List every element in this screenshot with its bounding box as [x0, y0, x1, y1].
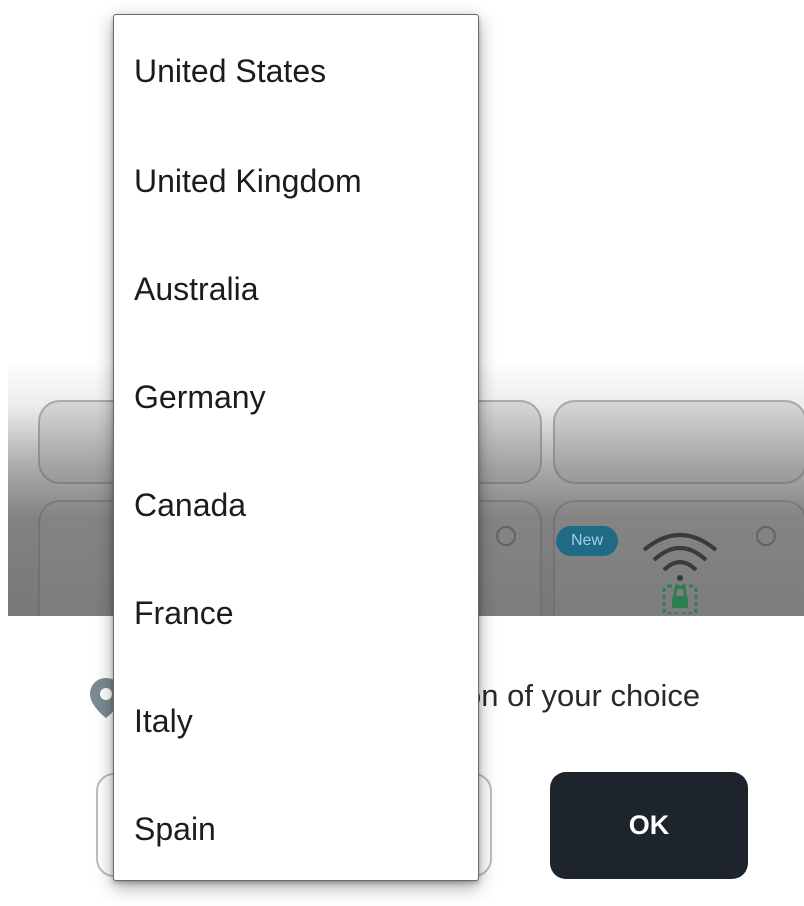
dropdown-option-united-kingdom[interactable]: United Kingdom: [114, 127, 478, 235]
country-dropdown[interactable]: United States United Kingdom Australia G…: [113, 14, 479, 881]
new-badge: New: [556, 526, 618, 556]
dropdown-option-canada[interactable]: Canada: [114, 451, 478, 559]
dropdown-option-united-states[interactable]: United States: [114, 15, 478, 127]
dropdown-option-italy[interactable]: Italy: [114, 667, 478, 775]
dropdown-option-spain[interactable]: Spain: [114, 775, 478, 883]
country-list: United States United Kingdom Australia G…: [114, 15, 478, 883]
screen: New on of your choice OK United States U…: [0, 0, 804, 906]
dropdown-option-france[interactable]: France: [114, 559, 478, 667]
dropdown-option-australia[interactable]: Australia: [114, 235, 478, 343]
hero-dot: [756, 526, 776, 546]
hero-dot: [496, 526, 516, 546]
location-description: on of your choice: [464, 678, 701, 713]
dropdown-option-germany[interactable]: Germany: [114, 343, 478, 451]
ok-button[interactable]: OK: [550, 772, 748, 879]
wifi-lock-icon: [640, 524, 720, 616]
hero-card: [553, 400, 804, 484]
